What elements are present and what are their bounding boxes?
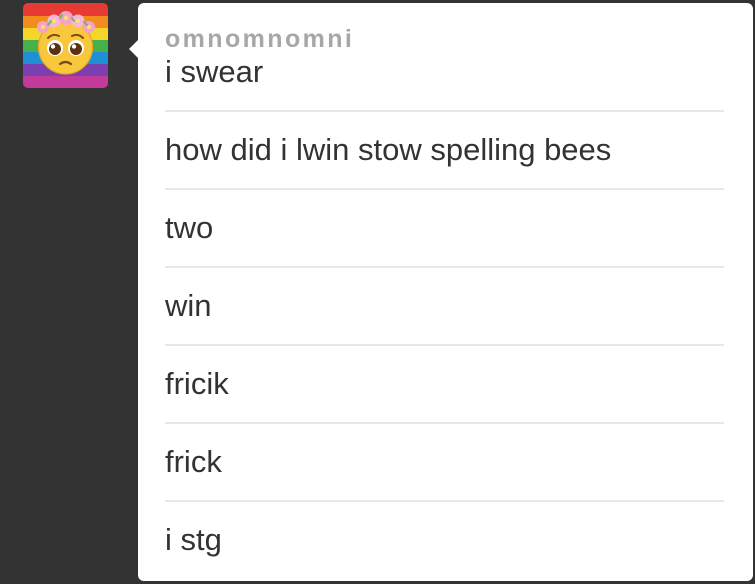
message-item: how did i lwin stow spelling bees bbox=[165, 110, 724, 188]
message-list: i swear how did i lwin stow spelling bee… bbox=[165, 53, 724, 578]
avatar[interactable] bbox=[23, 3, 108, 88]
message-item: frick bbox=[165, 422, 724, 500]
pleading-face-flower-crown-icon bbox=[23, 3, 108, 88]
message-item: two bbox=[165, 188, 724, 266]
message-bubble: omnomnomni i swear how did i lwin stow s… bbox=[129, 3, 753, 581]
message-item: i swear bbox=[165, 54, 264, 89]
message-item: i stg bbox=[165, 500, 724, 578]
chat-post: omnomnomni i swear how did i lwin stow s… bbox=[0, 0, 755, 584]
message-item: win bbox=[165, 266, 724, 344]
bubble-pointer bbox=[129, 40, 138, 58]
message-item: fricik bbox=[165, 344, 724, 422]
username[interactable]: omnomnomni bbox=[165, 25, 724, 53]
